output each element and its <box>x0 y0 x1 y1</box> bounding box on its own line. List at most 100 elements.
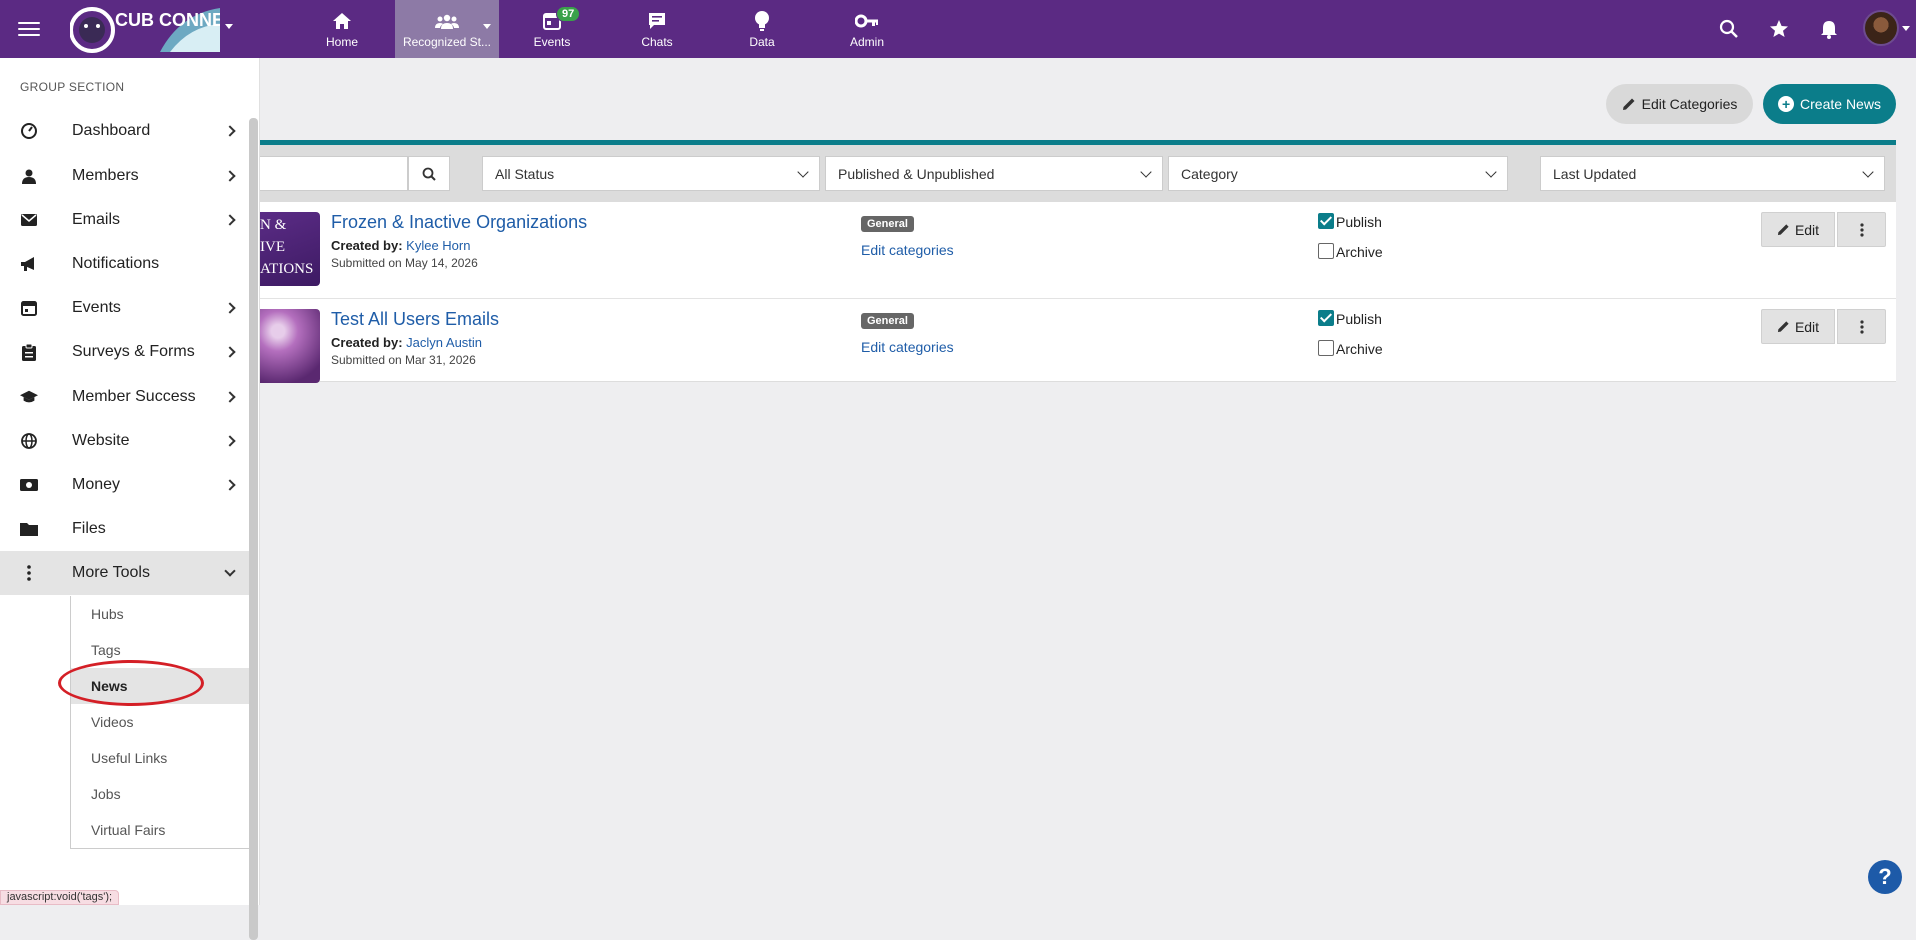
created-by-label: Created by: <box>331 238 403 253</box>
search-icon[interactable] <box>1718 18 1740 40</box>
news-title-link[interactable]: Frozen & Inactive Organizations <box>331 212 587 233</box>
submenu-item-virtual-fairs[interactable]: Virtual Fairs <box>71 812 250 848</box>
key-icon <box>855 10 879 32</box>
star-icon[interactable] <box>1768 18 1790 40</box>
submenu-item-videos[interactable]: Videos <box>71 704 250 740</box>
sidebar-item-label: Events <box>72 299 121 316</box>
logo-caret-icon[interactable] <box>225 24 233 29</box>
more-options-button[interactable] <box>1837 309 1886 344</box>
sidebar-item-events[interactable]: Events <box>0 286 249 330</box>
cub-connect-logo[interactable]: CUB CONNECT <box>70 4 220 54</box>
list-item: Test All Users Emails Created by: Jaclyn… <box>260 299 1896 396</box>
sidebar-item-surveys-forms[interactable]: Surveys & Forms <box>0 330 249 374</box>
pencil-icon <box>1777 321 1789 333</box>
publish-checkbox[interactable] <box>1318 310 1334 326</box>
help-button[interactable]: ? <box>1868 860 1902 894</box>
submitted-date: Submitted on Mar 31, 2026 <box>331 353 476 367</box>
list-item: N & IVE ATIONS Frozen & Inactive Organiz… <box>260 202 1896 299</box>
sidebar-item-label: Members <box>72 167 139 184</box>
published-select[interactable]: Published & Unpublished <box>825 156 1163 191</box>
vertical-dots-icon <box>1859 319 1864 334</box>
more-tools-submenu: Hubs Tags News Videos Useful Links Jobs … <box>70 596 250 849</box>
globe-icon <box>20 432 38 450</box>
archive-label: Archive <box>1336 341 1383 357</box>
logo-text: CUB CONNECT <box>115 10 220 30</box>
category-select[interactable]: Category <box>1168 156 1508 191</box>
news-thumbnail[interactable]: N & IVE ATIONS <box>260 212 320 286</box>
nav-data[interactable]: Data <box>710 0 814 58</box>
edit-categories-button[interactable]: Edit Categories <box>1606 84 1753 124</box>
hamburger-menu-icon[interactable] <box>18 18 40 40</box>
chevron-right-icon <box>224 302 236 314</box>
author-link[interactable]: Kylee Horn <box>406 238 470 253</box>
sidebar-item-dashboard[interactable]: Dashboard <box>0 109 249 153</box>
search-input[interactable] <box>260 156 408 191</box>
nav-admin[interactable]: Admin <box>815 0 919 58</box>
submenu-item-hubs[interactable]: Hubs <box>71 596 250 632</box>
edit-categories-link[interactable]: Edit categories <box>861 242 954 258</box>
chat-icon <box>647 10 667 32</box>
chevron-right-icon <box>224 214 236 226</box>
edit-categories-link[interactable]: Edit categories <box>861 339 954 355</box>
nav-chats[interactable]: Chats <box>605 0 709 58</box>
status-select[interactable]: All Status <box>482 156 820 191</box>
nav-recognized-student-orgs[interactable]: Recognized St... <box>395 0 499 58</box>
sidebar-item-label: Notifications <box>72 255 160 272</box>
nav-home[interactable]: Home <box>290 0 394 58</box>
nav-chats-label: Chats <box>641 34 673 49</box>
news-title-link[interactable]: Test All Users Emails <box>331 309 499 330</box>
nav-events-label: Events <box>533 34 571 49</box>
sidebar-item-label: More Tools <box>72 564 150 581</box>
more-options-button[interactable] <box>1837 212 1886 247</box>
chevron-down-icon <box>483 24 491 29</box>
nav-events[interactable]: Events 97 <box>500 0 604 58</box>
sidebar-item-label: Member Success <box>72 388 196 405</box>
sidebar-item-member-success[interactable]: Member Success <box>0 375 249 419</box>
archive-checkbox[interactable] <box>1318 243 1334 259</box>
user-avatar[interactable] <box>1863 10 1899 46</box>
archive-checkbox[interactable] <box>1318 340 1334 356</box>
news-list: N & IVE ATIONS Frozen & Inactive Organiz… <box>260 202 1896 383</box>
submenu-item-useful-links[interactable]: Useful Links <box>71 740 250 776</box>
plus-circle-icon: + <box>1778 96 1795 112</box>
chevron-down-icon[interactable] <box>1902 26 1910 31</box>
edit-button[interactable]: Edit <box>1761 309 1835 344</box>
created-by: Created by: Kylee Horn <box>331 238 470 253</box>
chevron-down-icon <box>224 565 236 577</box>
envelope-icon <box>20 211 38 229</box>
sidebar-scrollbar[interactable] <box>249 118 258 940</box>
person-icon <box>20 167 38 185</box>
chevron-right-icon <box>224 479 236 491</box>
sidebar-item-notifications[interactable]: Notifications <box>0 242 249 286</box>
sort-select[interactable]: Last Updated <box>1540 156 1885 191</box>
sidebar-item-members[interactable]: Members <box>0 154 249 198</box>
sidebar-item-label: Website <box>72 432 130 449</box>
sidebar-item-website[interactable]: Website <box>0 419 249 463</box>
dashboard-icon <box>20 122 38 140</box>
submenu-item-jobs[interactable]: Jobs <box>71 776 250 812</box>
thumbnail-text: IVE <box>260 239 285 255</box>
news-thumbnail[interactable] <box>260 309 320 383</box>
chevron-right-icon <box>224 346 236 358</box>
publish-checkbox[interactable] <box>1318 213 1334 229</box>
publish-label: Publish <box>1336 214 1382 230</box>
sidebar-item-emails[interactable]: Emails <box>0 198 249 242</box>
sidebar-item-files[interactable]: Files <box>0 507 249 551</box>
sidebar-item-more-tools[interactable]: More Tools <box>0 551 249 595</box>
search-button[interactable] <box>408 156 450 191</box>
sidebar-item-label: Money <box>72 476 121 493</box>
search-icon <box>422 167 436 181</box>
chevron-down-icon <box>1140 166 1152 178</box>
bell-icon[interactable] <box>1818 18 1840 40</box>
edit-label: Edit <box>1794 221 1820 238</box>
status-url-bar: javascript:void('tags'); <box>0 890 120 905</box>
sidebar-item-money[interactable]: Money <box>0 463 249 507</box>
create-news-button[interactable]: + Create News <box>1763 84 1896 124</box>
edit-button[interactable]: Edit <box>1761 212 1835 247</box>
vertical-dots-icon <box>20 564 38 582</box>
pencil-icon <box>1622 98 1635 110</box>
archive-label: Archive <box>1336 244 1383 260</box>
chevron-down-icon <box>1485 166 1497 178</box>
sidebar-section-title: GROUP SECTION <box>20 80 125 94</box>
author-link[interactable]: Jaclyn Austin <box>406 335 482 350</box>
